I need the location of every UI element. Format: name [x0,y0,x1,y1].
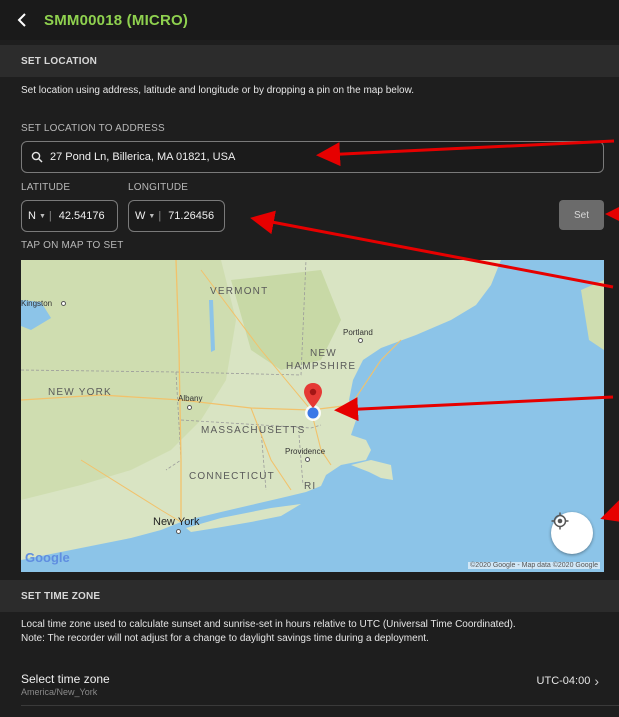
caret-down-icon: ▼ [38,212,46,220]
longitude-hemisphere-select[interactable]: W ▼ | [135,210,168,222]
map-city-dot [358,338,363,343]
crosshair-location-icon [551,512,569,530]
address-search-input[interactable]: 27 Pond Ln, Billerica, MA 01821, USA [21,141,604,173]
map-city-kingston: Kingston [21,299,53,308]
time-zone-description-2: Note: The recorder will not adjust for a… [21,633,429,644]
map-city-dot [61,301,66,306]
time-zone-description-1: Local time zone used to calculate sunset… [21,619,516,630]
longitude-hemisphere-value: W [135,210,146,222]
longitude-value[interactable]: 71.26456 [168,210,214,222]
latitude-hemisphere-select[interactable]: N ▼ | [28,210,59,222]
time-zone-offset-value: UTC-04:00 [536,675,591,687]
map-label-vermont: VERMONT [210,286,269,297]
address-label: SET LOCATION TO ADDRESS [21,123,165,134]
selected-time-zone-name: America/New_York [21,687,98,697]
map-city-albany: Albany [178,394,203,403]
address-value: 27 Pond Ln, Billerica, MA 01821, USA [50,151,236,163]
back-button[interactable] [0,0,44,40]
caret-down-icon: ▼ [148,212,156,220]
latitude-value[interactable]: 42.54176 [59,210,105,222]
map-label-new-hampshire-1: NEW [310,348,337,359]
select-time-zone-label: Select time zone [21,672,110,686]
map-copyright: ©2020 Google - Map data ©2020 Google [468,562,600,569]
device-title: SMM00018 (MICRO) [44,11,189,29]
row-divider [21,705,619,706]
map-label-new-york-state: NEW YORK [48,387,112,398]
map-city-providence: Providence [285,447,326,456]
map-city-portland: Portland [343,328,373,337]
set-location-description: Set location using address, latitude and… [21,85,415,96]
map-label-connecticut: CONNECTICUT [189,471,275,482]
longitude-field[interactable]: W ▼ | 71.26456 [128,200,225,232]
latitude-label: LATITUDE [21,182,71,193]
select-time-zone-row[interactable]: Select time zone America/New_York UTC-04… [0,657,619,707]
longitude-label: LONGITUDE [128,182,189,193]
map-label-new-hampshire-2: HAMPSHIRE [286,361,357,372]
google-logo: Google [25,550,70,565]
field-separator: | [158,210,162,222]
annotation-arrow-locate [600,499,619,523]
section-set-location: SET LOCATION [0,45,619,77]
map-label-massachusetts: MASSACHUSETTS [201,425,306,436]
section-set-time-zone: SET TIME ZONE [0,580,619,612]
search-icon [31,151,43,163]
latitude-hemisphere-value: N [28,210,36,222]
chevron-left-icon [17,13,26,27]
map-city-dot [176,529,181,534]
map-city-dot [187,405,192,410]
map-city-new-york: New York [153,516,200,528]
chevron-right-icon: › [594,673,599,689]
header-bar: SMM00018 (MICRO) [0,0,619,40]
latitude-field[interactable]: N ▼ | 42.54176 [21,200,118,232]
map-city-dot [305,457,310,462]
my-location-button[interactable] [551,512,593,554]
time-zone-offset: UTC-04:00 › [537,673,599,689]
location-map[interactable]: VERMONT NEW HAMPSHIRE NEW YORK MASSACHUS… [21,260,604,572]
tap-map-label: TAP ON MAP TO SET [21,240,124,251]
set-coordinates-button[interactable]: Set [559,200,604,230]
field-separator: | [48,210,52,222]
location-pin-icon[interactable] [303,383,325,423]
map-label-ri: RI [304,481,317,492]
